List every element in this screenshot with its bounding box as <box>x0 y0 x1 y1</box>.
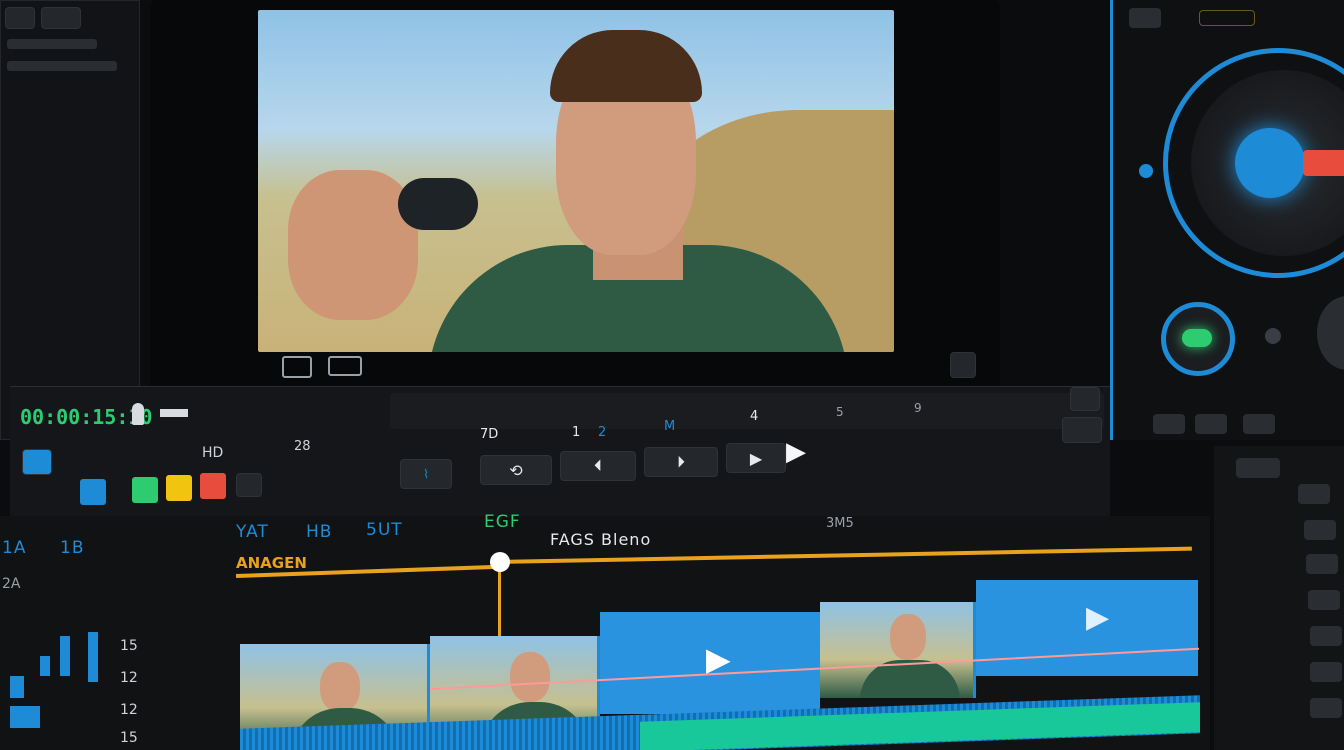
preview-hand <box>288 170 418 320</box>
jog-panel <box>1110 0 1344 440</box>
jog-bottom-button-2[interactable] <box>1195 414 1227 434</box>
select-tool-button[interactable] <box>22 449 52 475</box>
color-swatch-yellow[interactable] <box>166 475 192 501</box>
add-icon[interactable] <box>160 409 188 417</box>
left-tree-label: 1B <box>60 538 85 558</box>
color-swatch-red[interactable] <box>200 473 226 499</box>
video-clip[interactable] <box>820 602 976 698</box>
clip-person <box>320 662 360 712</box>
play-small-button[interactable]: ▶ <box>726 443 786 473</box>
timeline-title: FAGS Bleno <box>550 530 652 549</box>
jog-red-marker <box>1303 150 1344 176</box>
shuttle-small-dot <box>1265 328 1281 344</box>
level-meter <box>10 706 40 728</box>
left-tree-label: 1A <box>2 538 27 558</box>
viewer-zoom-button[interactable] <box>950 352 976 378</box>
level-meter <box>40 656 50 676</box>
jog-bottom-button-1[interactable] <box>1153 414 1185 434</box>
ruler-track[interactable] <box>390 393 1104 429</box>
ruler-label: 7D <box>480 427 499 442</box>
level-meter <box>88 632 98 682</box>
jog-left-dot <box>1139 164 1153 178</box>
viewer-frame <box>150 0 1000 400</box>
clip-person <box>510 652 550 702</box>
panel-label: 28 <box>294 439 311 454</box>
ruler-label: 2 <box>598 425 607 440</box>
viewer-aspect-icon[interactable] <box>328 356 362 376</box>
ruler-end-button[interactable] <box>1070 387 1100 411</box>
video-clip-selected[interactable]: ▶ <box>976 580 1198 676</box>
marker-icon[interactable] <box>132 403 144 425</box>
ruler-label: M <box>664 419 676 434</box>
left-tool-button-2[interactable] <box>41 7 81 29</box>
list-item[interactable] <box>1310 698 1342 718</box>
viewer-safe-icon[interactable] <box>282 356 312 378</box>
step-forward-button[interactable]: ⏵ <box>644 447 718 477</box>
track-label: 5UT <box>366 520 403 540</box>
play-button[interactable]: ▶ <box>786 437 826 471</box>
left-tool-row-2 <box>7 61 117 71</box>
left-tool-row <box>7 39 97 49</box>
in-point-button[interactable]: ⏴ <box>560 451 636 481</box>
right-knob[interactable] <box>1317 296 1344 370</box>
list-item[interactable] <box>1310 662 1342 682</box>
video-clip-selected[interactable]: ▶ <box>600 612 820 714</box>
left-tool-button-1[interactable] <box>5 7 35 29</box>
level-meter <box>10 676 24 698</box>
right-list-panel <box>1214 446 1344 750</box>
timeline-marker-label: 3M5 <box>826 516 854 531</box>
list-item[interactable] <box>1304 520 1336 540</box>
color-swatch-green[interactable] <box>132 477 158 503</box>
jog-center-knob[interactable] <box>1235 128 1305 198</box>
row-label: 12 <box>120 670 138 686</box>
playhead-handle[interactable] <box>490 552 510 572</box>
jog-bottom-button-3[interactable] <box>1243 414 1275 434</box>
list-item[interactable] <box>1298 484 1330 504</box>
list-item[interactable] <box>1308 590 1340 610</box>
panel-label: HD <box>202 445 224 461</box>
list-header-button[interactable] <box>1236 458 1280 478</box>
loop-button[interactable]: ⟲ <box>480 455 552 485</box>
jog-status-light <box>1199 10 1255 26</box>
level-meter <box>60 636 70 676</box>
track-label: HB <box>306 522 333 542</box>
swatch-more-button[interactable] <box>236 473 262 497</box>
jog-mode-button[interactable] <box>1129 8 1161 28</box>
microphone-icon <box>398 178 478 230</box>
clip-person <box>890 614 926 660</box>
track-label: YAT <box>236 522 269 542</box>
ruler-label: 1 <box>572 425 581 440</box>
shuttle-knob[interactable] <box>1161 302 1235 376</box>
ruler-end-button-2[interactable] <box>1062 417 1102 443</box>
row-label: 15 <box>120 730 138 746</box>
timeline-panel: 1A 1B 2A 15 12 12 15 YAT HB 5UT EGF ANAG… <box>0 512 1210 750</box>
preview-person-hair <box>550 30 702 102</box>
left-tree-label: 2A <box>2 576 21 592</box>
track-sublabel: ANAGEN <box>236 554 307 572</box>
keyframe-curve[interactable] <box>497 546 1192 564</box>
track-label: EGF <box>484 512 521 532</box>
ruler-label: 5 <box>836 405 844 419</box>
video-preview[interactable] <box>258 10 894 352</box>
ruler-label: 4 <box>750 409 759 424</box>
ruler-label: 9 <box>914 401 922 415</box>
transport-bar: 00:00:15:10 7D 1 2 M 4 5 9 HD 28 ⌇ ⟲ ⏴ ⏵… <box>10 386 1110 516</box>
row-label: 15 <box>120 638 138 654</box>
list-item[interactable] <box>1310 626 1342 646</box>
clip-play-icon: ▶ <box>1086 600 1110 635</box>
audio-meter-button[interactable]: ⌇ <box>400 459 452 489</box>
row-label: 12 <box>120 702 138 718</box>
shuttle-knob-indicator <box>1182 329 1212 347</box>
list-item[interactable] <box>1306 554 1338 574</box>
left-tools-panel <box>0 0 140 440</box>
color-swatch-blue[interactable] <box>80 479 106 505</box>
